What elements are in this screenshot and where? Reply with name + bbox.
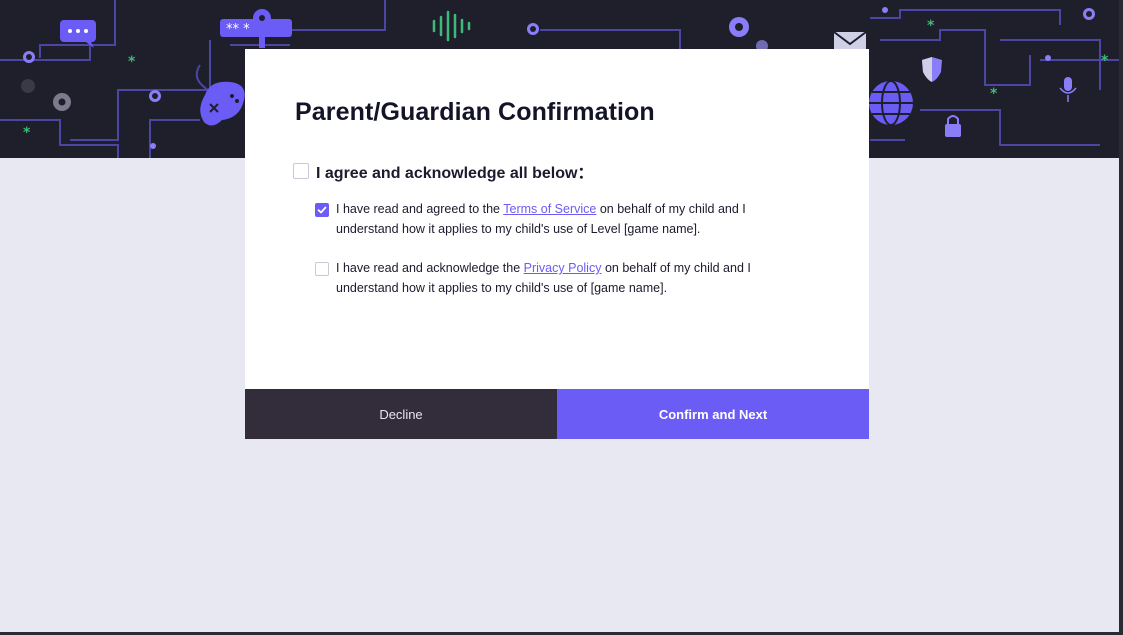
sound-wave-icon (432, 10, 471, 42)
svg-text:*: * (1101, 53, 1109, 69)
dialog-title: Parent/Guardian Confirmation (295, 98, 655, 126)
agree-all-label: I agree and acknowledge all below： (316, 165, 594, 182)
privacy-consent-item: I have read and acknowledge the Privacy … (315, 258, 776, 298)
terms-consent-text: I have read and agreed to the Terms of S… (336, 199, 776, 239)
decline-button[interactable]: Decline (245, 389, 557, 439)
confirmation-dialog: Parent/Guardian Confirmation I agree and… (245, 49, 869, 439)
agree-all-checkbox[interactable] (293, 163, 309, 179)
microphone-icon (1059, 77, 1077, 102)
lock-icon (945, 115, 961, 137)
window-border-right (1119, 0, 1123, 635)
terms-checkbox[interactable] (315, 203, 329, 217)
chat-icon (60, 20, 96, 48)
agree-all-row: I agree and acknowledge all below： (293, 159, 593, 183)
svg-text:*: * (927, 18, 935, 34)
terms-of-service-link[interactable]: Terms of Service (503, 202, 596, 216)
svg-text:** *: ** * (226, 22, 250, 37)
privacy-checkbox[interactable] (315, 262, 329, 276)
globe-icon (869, 80, 913, 126)
shield-icon (922, 57, 942, 82)
svg-text:*: * (23, 125, 31, 141)
terms-text-before: I have read and agreed to the (336, 202, 501, 216)
privacy-text-before: I have read and acknowledge the (336, 261, 521, 275)
terms-consent-item: I have read and agreed to the Terms of S… (315, 199, 776, 239)
privacy-consent-text: I have read and acknowledge the Privacy … (336, 258, 776, 298)
svg-text:*: * (990, 86, 998, 102)
confirm-and-next-button[interactable]: Confirm and Next (557, 389, 869, 439)
password-icon: ** * (220, 9, 292, 48)
svg-text:*: * (128, 54, 136, 70)
checkmark-icon (317, 206, 327, 214)
privacy-policy-link[interactable]: Privacy Policy (524, 261, 602, 275)
